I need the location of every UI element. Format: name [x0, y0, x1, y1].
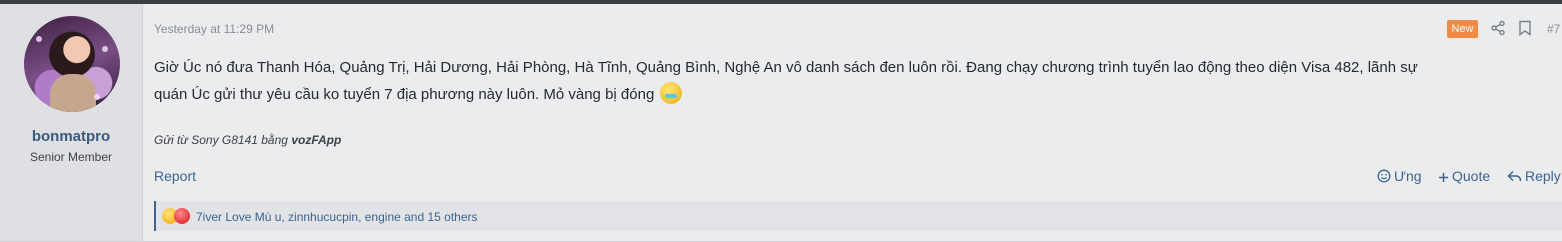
avatar-light	[102, 46, 108, 52]
user-column: bonmatpro Senior Member	[0, 4, 143, 241]
report-link[interactable]: Report	[154, 168, 196, 184]
username[interactable]: bonmatpro	[0, 128, 142, 145]
reply-icon	[1507, 171, 1522, 182]
signature-prefix: Gửi từ Sony G8141 bằng	[154, 133, 288, 147]
reply-button[interactable]: Reply	[1507, 168, 1561, 184]
quote-button[interactable]: Quote	[1438, 168, 1490, 184]
post-message: Giờ Úc nó đưa Thanh Hóa, Quảng Trị, Hải …	[154, 54, 1554, 108]
avatar-light	[36, 36, 42, 42]
post-number[interactable]: #7	[1547, 22, 1560, 36]
bookmark-icon[interactable]	[1518, 20, 1532, 36]
reaction-icons	[162, 208, 192, 224]
ung-label: Ưng	[1394, 168, 1422, 184]
tearful-face-emoji	[660, 82, 683, 104]
love-face-icon	[174, 208, 190, 224]
avatar[interactable]	[24, 16, 120, 112]
share-icon[interactable]	[1490, 20, 1506, 36]
signature-app-link[interactable]: vozFApp	[291, 133, 341, 147]
user-title: Senior Member	[29, 150, 113, 164]
plus-icon	[1439, 173, 1448, 182]
reply-label: Reply	[1525, 168, 1561, 184]
message-line: Giờ Úc nó đưa Thanh Hóa, Quảng Trị, Hải …	[154, 59, 1418, 76]
post-signature: Gửi từ Sony G8141 bằng vozFApp	[154, 133, 341, 147]
post-timestamp[interactable]: Yesterday at 11:29 PM	[154, 22, 274, 36]
message-line: quán Úc gửi thư yêu cầu ko tuyển 7 địa p…	[154, 86, 655, 103]
smile-icon	[1377, 169, 1391, 183]
reactions-bar[interactable]: 7iver Love Mù u, zinnhucucpin, engine an…	[154, 201, 1562, 231]
quote-label: Quote	[1452, 168, 1491, 184]
message-line-2: quán Úc gửi thư yêu cầu ko tuyển 7 địa p…	[154, 81, 1554, 108]
avatar-light	[94, 94, 100, 100]
post-container: bonmatpro Senior Member Yesterday at 11:…	[0, 4, 1562, 242]
avatar-figure	[50, 74, 96, 112]
reactions-text[interactable]: 7iver Love Mù u, zinnhucucpin, engine an…	[196, 210, 478, 224]
new-badge: New	[1447, 20, 1478, 38]
ung-button[interactable]: Ưng	[1377, 168, 1422, 184]
